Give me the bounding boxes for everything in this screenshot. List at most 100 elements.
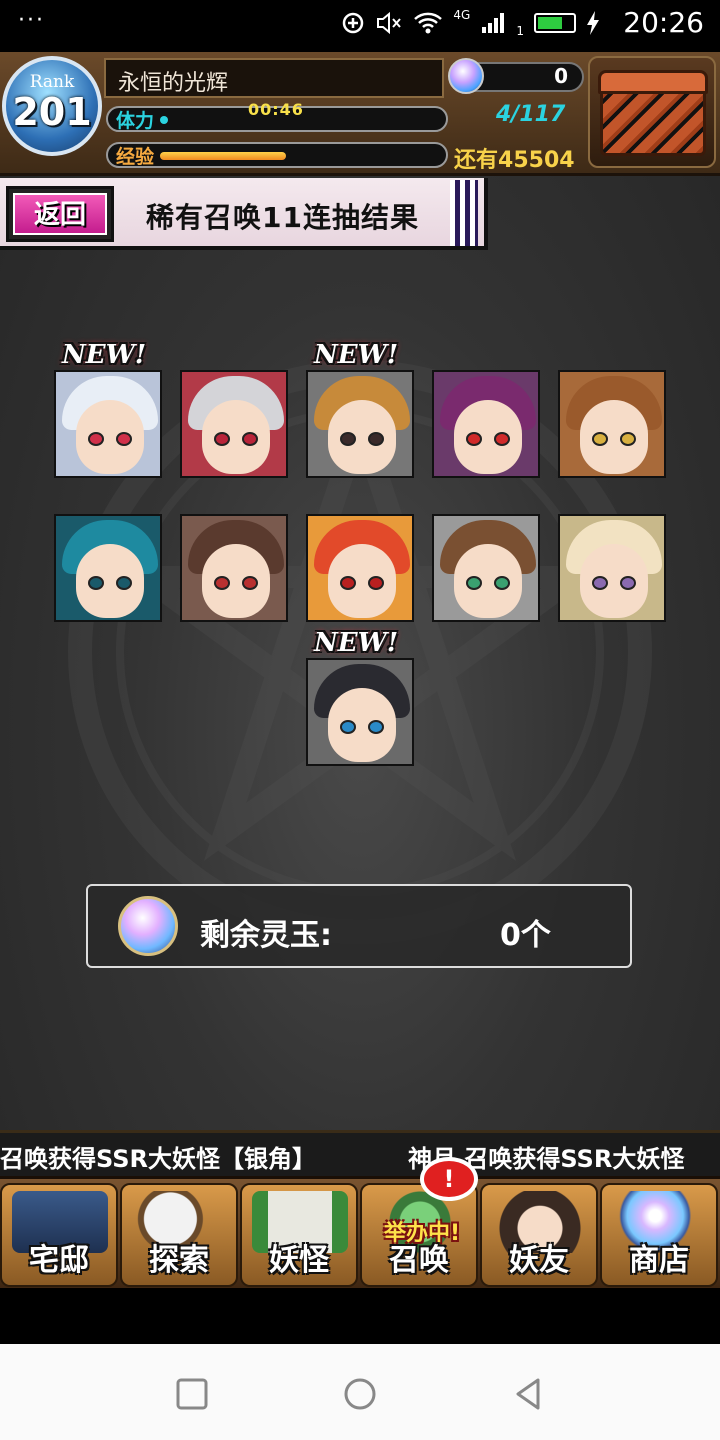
nav-label: 探索 xyxy=(149,1243,209,1278)
summon-result-card[interactable] xyxy=(306,658,414,766)
player-name: 永恒的光辉 xyxy=(104,58,444,98)
summon-result-card[interactable] xyxy=(54,514,162,622)
clock: 20:26 xyxy=(623,6,704,39)
summon-result-card[interactable] xyxy=(54,370,162,478)
stamina-bar: 体力 00:46 xyxy=(106,100,448,132)
character-eye xyxy=(116,432,132,446)
jade-orb-icon xyxy=(448,58,484,94)
character-eye xyxy=(368,720,384,734)
exp-bar: 经验 xyxy=(106,142,448,168)
summon-result-card[interactable] xyxy=(558,514,666,622)
ticker-message: 召唤获得SSR大妖怪【银角】 xyxy=(0,1145,316,1173)
stamina-fill xyxy=(160,116,169,124)
screen-gap xyxy=(0,1288,720,1344)
status-bar: ··· 4G 1 20:26 xyxy=(0,0,720,52)
stamina-label: 体力 xyxy=(116,110,155,132)
result-banner: 返回 稀有召唤11连抽结果 xyxy=(0,178,488,250)
character-portrait xyxy=(580,544,648,618)
nav-label: 妖怪 xyxy=(269,1243,329,1278)
status-icons: 4G 1 xyxy=(341,8,600,38)
character-portrait xyxy=(580,400,648,474)
remaining-label: 还有 xyxy=(454,148,499,173)
summon-result-card[interactable] xyxy=(180,370,288,478)
character-eye xyxy=(340,432,356,446)
character-eye xyxy=(368,432,384,446)
battery-icon xyxy=(534,13,576,33)
nav-explore[interactable]: 探索 xyxy=(120,1183,238,1287)
mute-icon xyxy=(377,11,402,35)
sim-index: 1 xyxy=(516,24,524,38)
character-eye xyxy=(116,576,132,590)
rank-value: 201 xyxy=(12,90,92,134)
nav-shop[interactable]: 商店 xyxy=(600,1183,718,1287)
character-eye xyxy=(620,576,636,590)
character-eye xyxy=(466,432,482,446)
stamina-timer: 00:46 xyxy=(248,100,304,119)
new-badge: NEW! xyxy=(62,340,147,370)
summon-result-card[interactable] xyxy=(306,514,414,622)
character-eye xyxy=(88,432,104,446)
new-badge: NEW! xyxy=(314,628,399,658)
recent-apps-icon[interactable] xyxy=(172,1374,212,1414)
remaining-jade-value: 0个 xyxy=(500,918,551,953)
chest-lid xyxy=(598,70,708,94)
character-portrait xyxy=(454,400,522,474)
gift-chest-button[interactable] xyxy=(588,56,716,168)
exp-fill xyxy=(160,152,286,160)
character-eye xyxy=(242,432,258,446)
new-badge: NEW! xyxy=(314,340,399,370)
character-portrait xyxy=(202,400,270,474)
character-eye xyxy=(214,576,230,590)
back-button-label: 返回 xyxy=(13,193,107,235)
nav-summon[interactable]: 举办中! ! 召唤 xyxy=(360,1157,478,1287)
nav-yokai[interactable]: 妖怪 xyxy=(240,1183,358,1287)
character-eye xyxy=(368,576,384,590)
character-portrait xyxy=(328,544,396,618)
character-eye xyxy=(340,576,356,590)
summon-result-card[interactable] xyxy=(432,370,540,478)
summon-result-card[interactable] xyxy=(180,514,288,622)
nav-label: 宅邸 xyxy=(29,1243,89,1278)
character-eye xyxy=(466,576,482,590)
back-icon[interactable] xyxy=(508,1374,548,1414)
nav-friends[interactable]: 妖友 xyxy=(480,1183,598,1287)
character-eye xyxy=(592,432,608,446)
character-eye xyxy=(242,576,258,590)
remaining-value: 45504 xyxy=(498,148,575,173)
system-navigation-bar xyxy=(0,1344,720,1440)
character-eye xyxy=(88,576,104,590)
rank-label: Rank xyxy=(29,72,75,92)
signal-icon xyxy=(482,13,505,33)
nav-home[interactable]: 宅邸 xyxy=(0,1183,118,1287)
back-button[interactable]: 返回 xyxy=(6,186,114,242)
remaining-jade-label: 剩余灵玉: xyxy=(200,918,332,953)
exp-label: 经验 xyxy=(116,146,155,168)
character-eye xyxy=(620,432,636,446)
nav-label: 妖友 xyxy=(509,1243,569,1278)
summon-result-card[interactable] xyxy=(306,370,414,478)
rank-badge: Rank 201 xyxy=(2,56,102,156)
character-eye xyxy=(494,576,510,590)
jade-counter[interactable]: 0 xyxy=(448,58,584,94)
character-portrait xyxy=(76,544,144,618)
nav-label: 商店 xyxy=(629,1243,689,1278)
character-portrait xyxy=(202,544,270,618)
page-title: 稀有召唤11连抽结果 xyxy=(146,201,419,234)
character-eye xyxy=(340,720,356,734)
character-portrait xyxy=(76,400,144,474)
friend-count: 4/117 xyxy=(496,102,566,127)
charging-icon xyxy=(587,11,599,35)
banner-decoration xyxy=(450,180,478,246)
notification-dots: ··· xyxy=(18,8,45,33)
home-icon[interactable] xyxy=(340,1374,380,1414)
character-eye xyxy=(592,576,608,590)
alert-badge: ! xyxy=(420,1157,478,1201)
player-hud: Rank 201 永恒的光辉 体力 00:46 经验 0 4/117 还有455… xyxy=(0,52,720,176)
character-eye xyxy=(214,432,230,446)
remaining-counter: 还有45504 xyxy=(454,142,575,174)
character-portrait xyxy=(328,400,396,474)
jade-orb-icon xyxy=(118,896,178,956)
alarm-icon xyxy=(343,12,364,34)
summon-result-card[interactable] xyxy=(432,514,540,622)
summon-result-card[interactable] xyxy=(558,370,666,478)
